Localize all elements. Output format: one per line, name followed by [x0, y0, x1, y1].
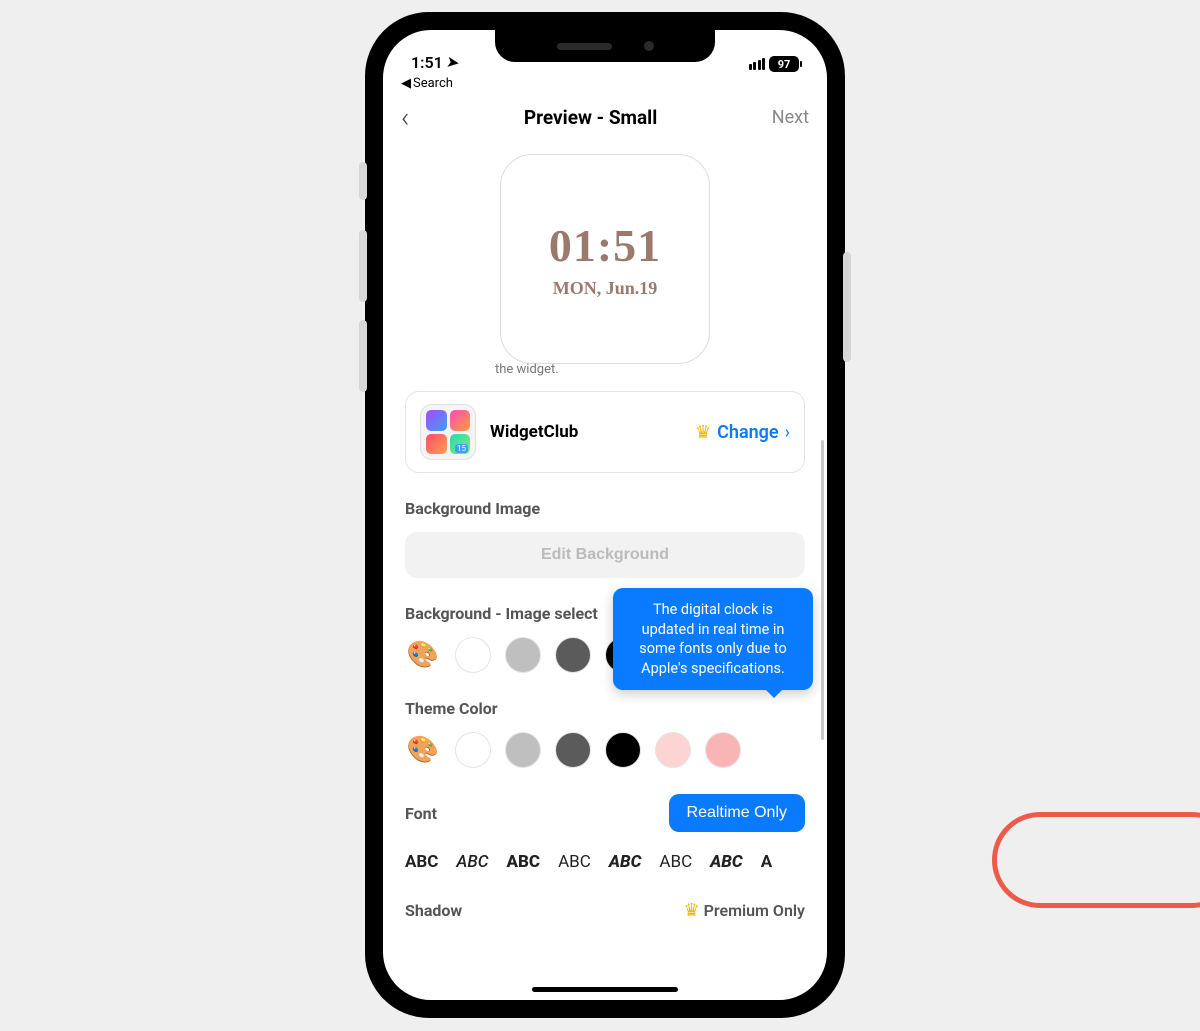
open-app-subtext: the widget. — [495, 362, 805, 377]
edit-background-button[interactable]: Edit Background — [405, 532, 805, 578]
change-app-button[interactable]: ♛ Change › — [695, 422, 790, 443]
font-sample-4[interactable]: ABC — [558, 852, 591, 872]
phone-frame: 1:51 ➤ 97 ◀ Search ‹ Preview - Small Nex… — [365, 12, 845, 1018]
realtime-only-button[interactable]: Realtime Only — [669, 794, 805, 832]
section-background-image: Background Image — [405, 499, 805, 518]
front-camera — [644, 41, 654, 51]
next-button[interactable]: Next — [772, 107, 809, 128]
premium-only-label: Premium Only — [704, 901, 805, 920]
bg-swatch-darkgray[interactable] — [555, 637, 591, 673]
font-sample-7[interactable]: ABC — [710, 852, 743, 872]
location-icon: ➤ — [446, 54, 460, 71]
crown-icon: ♛ — [695, 422, 711, 443]
widget-preview: 01:51 MON, Jun.19 — [500, 154, 710, 364]
realtime-tooltip: The digital clock is updated in real tim… — [613, 588, 813, 690]
home-indicator[interactable] — [532, 987, 678, 992]
bg-swatch-lightgray[interactable] — [505, 637, 541, 673]
speaker-grille — [557, 43, 612, 50]
theme-swatch-pink1[interactable] — [655, 732, 691, 768]
font-sample-8[interactable]: A — [761, 852, 772, 872]
premium-only-badge: ♛ Premium Only — [683, 900, 805, 921]
signal-icon — [749, 58, 766, 70]
theme-swatch-white[interactable] — [455, 732, 491, 768]
font-sample-1[interactable]: ABC — [405, 852, 438, 872]
theme-swatch-black[interactable] — [605, 732, 641, 768]
battery-indicator: 97 — [769, 56, 799, 72]
volume-up-button — [359, 230, 367, 302]
status-time: 1:51 — [411, 53, 443, 72]
palette-icon[interactable]: 🎨 — [405, 637, 441, 673]
font-sample-3[interactable]: ABC — [507, 852, 541, 872]
volume-down-button — [359, 320, 367, 392]
font-sample-6[interactable]: ABC — [659, 852, 692, 872]
back-to-app[interactable]: ◀ Search — [383, 74, 827, 91]
back-app-label: Search — [413, 76, 453, 91]
theme-swatch-lightgray[interactable] — [505, 732, 541, 768]
nav-bar: ‹ Preview - Small Next — [383, 91, 827, 140]
notch — [495, 30, 715, 62]
crown-icon: ♛ — [683, 900, 699, 921]
back-button[interactable]: ‹ — [401, 101, 409, 134]
chevron-right-icon: › — [785, 422, 790, 443]
scroll-indicator[interactable] — [821, 440, 824, 740]
app-icon — [420, 404, 476, 460]
phone-screen: 1:51 ➤ 97 ◀ Search ‹ Preview - Small Nex… — [383, 30, 827, 1000]
open-app-card[interactable]: WidgetClub ♛ Change › — [405, 391, 805, 473]
change-label: Change — [717, 422, 778, 443]
theme-swatch-darkgray[interactable] — [555, 732, 591, 768]
section-shadow: Shadow — [405, 901, 462, 920]
theme-swatch-pink2[interactable] — [705, 732, 741, 768]
widget-time: 01:51 — [549, 219, 661, 272]
theme-color-row: 🎨 — [405, 732, 805, 768]
widget-date: MON, Jun.19 — [553, 278, 658, 299]
app-name: WidgetClub — [490, 422, 681, 442]
section-theme-color: Theme Color — [405, 699, 805, 718]
back-caret-icon: ◀ — [401, 76, 411, 91]
font-sample-2[interactable]: ABC — [456, 852, 488, 872]
section-font: Font — [405, 804, 437, 823]
annotation-highlight — [992, 812, 1200, 908]
bg-swatch-white[interactable] — [455, 637, 491, 673]
mute-switch — [359, 162, 367, 200]
power-button — [843, 252, 851, 362]
font-samples-row: ABC ABC ABC ABC ABC ABC ABC A — [405, 852, 805, 872]
page-title: Preview - Small — [409, 106, 771, 129]
palette-icon[interactable]: 🎨 — [405, 732, 441, 768]
font-sample-5[interactable]: ABC — [609, 852, 642, 872]
